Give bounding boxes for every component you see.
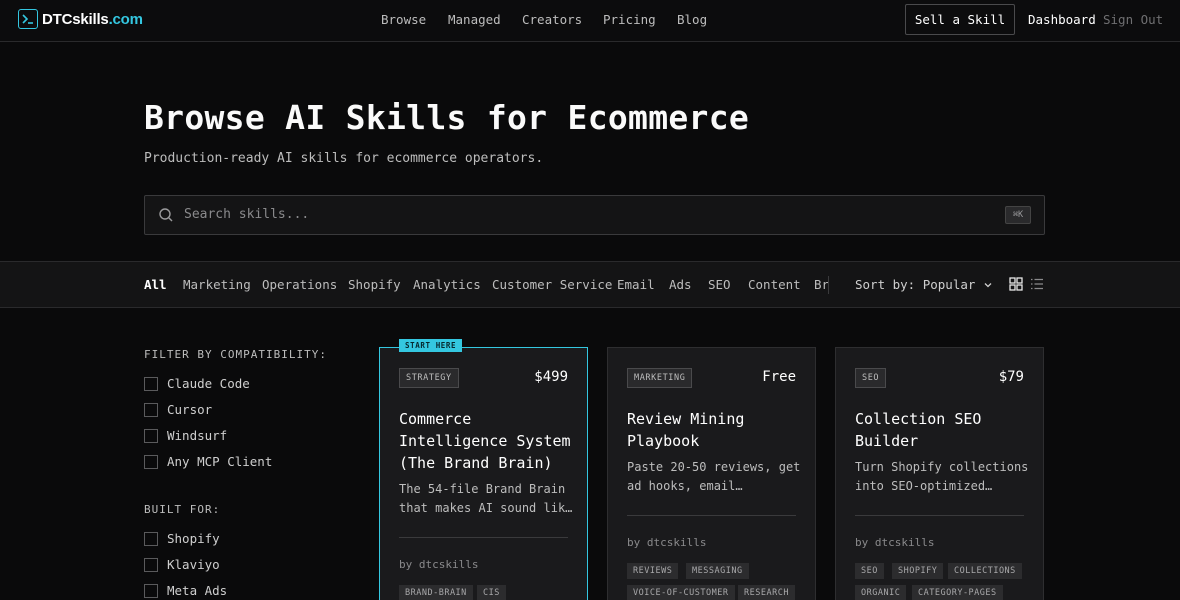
filter-shopify[interactable]: Shopify — [144, 531, 220, 546]
dashboard-link[interactable]: Dashboard — [1028, 12, 1096, 27]
shortcut-badge: ⌘K — [1005, 206, 1031, 224]
card-description: Paste 20-50 reviews, get ad hooks, email… — [627, 460, 801, 493]
chevron-down-icon — [984, 282, 992, 287]
terminal-icon — [18, 9, 38, 29]
logo[interactable]: DTCskills.com — [18, 9, 143, 29]
tab-operations[interactable]: Operations — [262, 277, 337, 292]
start-here-ribbon: START HERE — [399, 339, 463, 352]
sign-out-link[interactable]: Sign Out — [1103, 12, 1163, 27]
filter-meta-ads[interactable]: Meta Ads — [144, 583, 227, 598]
built-for-heading: BUILT FOR: — [144, 503, 221, 516]
compat-filter-heading: FILTER BY COMPATIBILITY: — [144, 348, 327, 361]
tag[interactable]: SEO — [855, 563, 884, 579]
divider — [627, 515, 796, 516]
tab-all[interactable]: All — [144, 277, 167, 292]
tag[interactable]: MESSAGING — [686, 563, 749, 579]
search-icon — [158, 207, 174, 227]
checkbox[interactable] — [144, 531, 158, 546]
tabs-divider — [828, 276, 829, 294]
card-title: Collection SEO Builder — [855, 410, 982, 450]
tab-seo[interactable]: SEO — [708, 277, 731, 292]
checkbox[interactable] — [144, 454, 158, 469]
tag[interactable]: CATEGORY-PAGES — [912, 585, 1003, 600]
page-subtitle: Production-ready AI skills for ecommerce… — [144, 151, 544, 166]
price: $79 — [998, 369, 1024, 385]
category-bar: All Marketing Operations Shopify Analyti… — [0, 261, 1180, 308]
price: $499 — [534, 369, 568, 385]
sort-label: Sort by: Popular — [855, 277, 976, 292]
tag[interactable]: RESEARCH — [738, 585, 795, 600]
search-placeholder: Search skills... — [184, 207, 310, 222]
checkbox[interactable] — [144, 428, 158, 443]
tab-email[interactable]: Email — [617, 277, 655, 292]
card-author: by dtcskills — [399, 558, 479, 571]
filter-windsurf[interactable]: Windsurf — [144, 428, 227, 443]
search-input[interactable]: Search skills... ⌘K — [144, 195, 1045, 235]
card-author: by dtcskills — [855, 536, 935, 549]
divider — [399, 537, 568, 538]
checkbox[interactable] — [144, 583, 158, 598]
grid-view-icon[interactable] — [1009, 277, 1023, 295]
filter-claude-code[interactable]: Claude Code — [144, 376, 250, 391]
tab-shopify[interactable]: Shopify — [348, 277, 401, 292]
filter-any-mcp-client[interactable]: Any MCP Client — [144, 454, 272, 469]
card-title: Commerce Intelligence System (The Brand … — [399, 410, 571, 472]
tag[interactable]: CIS — [477, 585, 506, 600]
tag[interactable]: VOICE-OF-CUSTOMER — [627, 585, 735, 600]
tab-content[interactable]: Content — [748, 277, 801, 292]
card-description: Turn Shopify collections into SEO-optimi… — [855, 460, 1029, 493]
filter-cursor[interactable]: Cursor — [144, 402, 212, 417]
category-badge: SEO — [855, 368, 887, 388]
tab-customer-service[interactable]: Customer Service — [492, 277, 612, 292]
sort-dropdown[interactable]: Sort by: Popular — [855, 277, 993, 292]
category-tabs: All Marketing Operations Shopify Analyti… — [144, 262, 828, 307]
tag[interactable]: REVIEWS — [627, 563, 679, 579]
nav-browse[interactable]: Browse — [381, 12, 426, 27]
checkbox[interactable] — [144, 376, 158, 391]
tag[interactable]: COLLECTIONS — [948, 563, 1022, 579]
sell-skill-button[interactable]: Sell a Skill — [905, 4, 1015, 35]
nav-pricing[interactable]: Pricing — [603, 12, 656, 27]
tag[interactable]: SHOPIFY — [892, 563, 944, 579]
list-view-icon[interactable] — [1030, 277, 1044, 295]
tab-ads[interactable]: Ads — [669, 277, 692, 292]
tab-analytics[interactable]: Analytics — [413, 277, 481, 292]
tag[interactable]: BRAND-BRAIN — [399, 585, 473, 600]
card-description: The 54-file Brand Brain that makes AI so… — [399, 482, 573, 515]
category-badge: MARKETING — [627, 368, 693, 388]
divider — [855, 515, 1024, 516]
category-badge: STRATEGY — [399, 368, 459, 388]
nav-blog[interactable]: Blog — [677, 12, 707, 27]
card-title: Review Mining Playbook — [627, 410, 745, 450]
filter-klaviyo[interactable]: Klaviyo — [144, 557, 220, 572]
page-title: Browse AI Skills for Ecommerce — [144, 98, 750, 137]
top-nav: DTCskills.com Browse Managed Creators Pr… — [0, 0, 1180, 42]
checkbox[interactable] — [144, 402, 158, 417]
card-author: by dtcskills — [627, 536, 707, 549]
tab-brand[interactable]: Br — [814, 277, 828, 292]
tab-marketing[interactable]: Marketing — [183, 277, 251, 292]
nav-creators[interactable]: Creators — [522, 12, 582, 27]
nav-managed[interactable]: Managed — [448, 12, 501, 27]
price: Free — [762, 369, 796, 385]
tag[interactable]: ORGANIC — [855, 585, 907, 600]
checkbox[interactable] — [144, 557, 158, 572]
skill-card[interactable]: SEO $79 Collection SEO Builder Turn Shop… — [835, 347, 1044, 600]
skill-card[interactable]: MARKETING Free Review Mining Playbook Pa… — [607, 347, 816, 600]
logo-text: DTCskills.com — [42, 10, 143, 28]
skill-card[interactable]: STRATEGY $499 Commerce Intelligence Syst… — [379, 347, 588, 600]
